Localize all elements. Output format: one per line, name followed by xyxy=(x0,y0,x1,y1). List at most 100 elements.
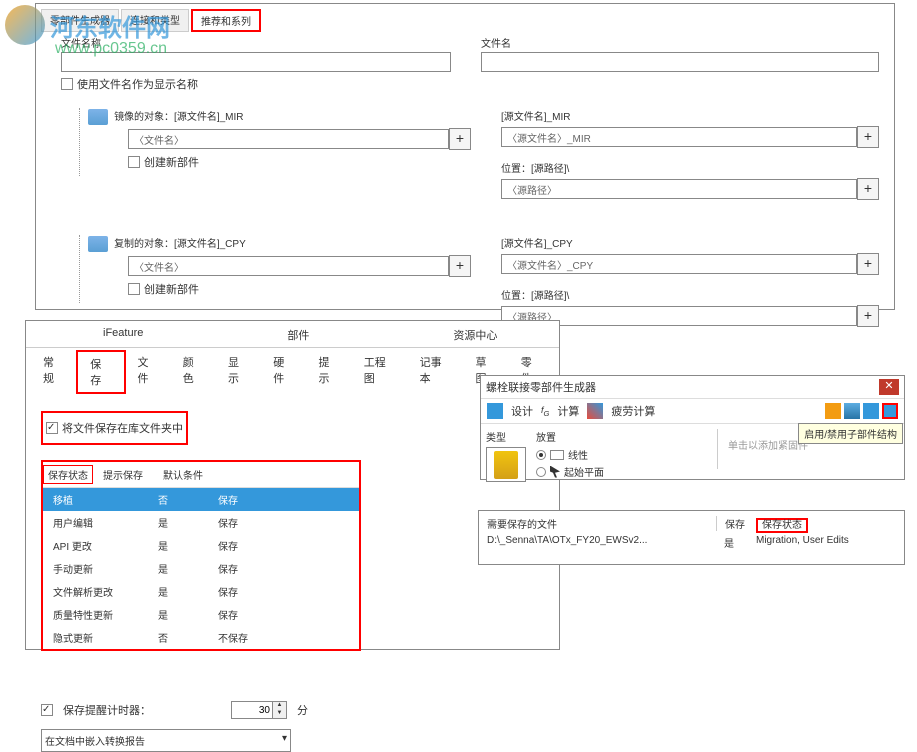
tb-design[interactable]: 设计 xyxy=(511,403,533,419)
reminder-spinner[interactable]: ▲ ▼ xyxy=(231,701,287,719)
place-label: 放置 xyxy=(536,429,707,444)
bolt-generator-dialog: 螺栓联接零部件生成器 ✕ 设计 fG 计算 疲劳计算 启用/禁用子部件结构 类型… xyxy=(480,375,905,480)
header-prompt[interactable]: 提示保存 xyxy=(93,465,153,484)
tb-fatigue[interactable]: 疲劳计算 xyxy=(611,403,655,419)
panel3-title-text: 螺栓联接零部件生成器 xyxy=(486,379,596,395)
chevron-down-icon: ▾ xyxy=(282,733,287,748)
copy-loc-plus[interactable]: + xyxy=(857,305,879,327)
tab-notes[interactable]: 记事本 xyxy=(408,350,464,394)
copy-right-label: [源文件名]_CPY xyxy=(501,235,879,250)
save-in-lib-checkbox[interactable] xyxy=(46,422,58,434)
tab-file[interactable]: 文件 xyxy=(126,350,171,394)
table-row[interactable]: API 更改是保存 xyxy=(43,534,359,557)
save-files-panel: 需要保存的文件 保存 保存状态 D:\_Senna\TA\OTx_FY20_EW… xyxy=(478,510,905,565)
bolt-preview[interactable] xyxy=(486,447,526,482)
use-filename-label: 使用文件名作为显示名称 xyxy=(77,76,198,92)
p4-header: 需要保存的文件 保存 保存状态 xyxy=(487,516,896,531)
radio-startplane[interactable] xyxy=(536,467,546,477)
tab-hardware[interactable]: 硬件 xyxy=(261,350,306,394)
tab-hint[interactable]: 提示 xyxy=(307,350,352,394)
table-row[interactable]: 隐式更新否不保存 xyxy=(43,626,359,649)
watermark-text2: www.pc0359.cn xyxy=(55,40,167,58)
spinner-up[interactable]: ▲ xyxy=(272,702,286,710)
bolt-icon xyxy=(494,451,518,479)
tooltip: 启用/禁用子部件结构 xyxy=(798,423,903,444)
copy-plus-button[interactable]: + xyxy=(449,255,471,277)
save-in-lib-box: 将文件保存在库文件夹中 xyxy=(41,411,188,445)
table-row[interactable]: 手动更新是保存 xyxy=(43,557,359,580)
tab-ifeature[interactable]: iFeature xyxy=(91,323,155,347)
fatigue-icon xyxy=(587,403,603,419)
radio-linear[interactable] xyxy=(536,450,546,460)
report-value: 在文档中嵌入转换报告 xyxy=(45,733,145,748)
reminder-label: 保存提醒计时器： xyxy=(63,702,151,718)
p4-h1[interactable]: 需要保存的文件 xyxy=(487,516,716,531)
tab-general[interactable]: 常规 xyxy=(31,350,76,394)
table-row[interactable]: 文件解析更改是保存 xyxy=(43,580,359,603)
copy-tree-icon xyxy=(88,236,108,252)
panel3-toolbar: 设计 fG 计算 疲劳计算 启用/禁用子部件结构 xyxy=(481,399,904,424)
p4-save: 是 xyxy=(716,535,756,550)
mirror-loc-label: 位置：[源路径]\ xyxy=(501,160,879,175)
options-panel: iFeature 部件 资源中心 常规 保存 文件 颜色 显示 硬件 提示 工程… xyxy=(25,320,560,650)
linear-icon xyxy=(550,450,564,460)
tab-drawing[interactable]: 工程图 xyxy=(352,350,408,394)
table-row[interactable]: 用户编辑是保存 xyxy=(43,511,359,534)
filename-label2: 文件名 xyxy=(481,39,511,50)
mirror-create-checkbox[interactable] xyxy=(128,156,140,168)
p4-file: D:\_Senna\TA\OTx_FY20_EWSv2... xyxy=(487,535,716,550)
save-in-lib-label: 将文件保存在库文件夹中 xyxy=(62,420,183,436)
mirror-plus-button[interactable]: + xyxy=(449,128,471,150)
tab-recommend[interactable]: 推荐和系列 xyxy=(191,9,261,32)
panel3-titlebar: 螺栓联接零部件生成器 ✕ xyxy=(481,376,904,399)
mirror-loc-plus[interactable]: + xyxy=(857,178,879,200)
use-filename-checkbox[interactable] xyxy=(61,78,73,90)
close-button[interactable]: ✕ xyxy=(879,379,899,395)
save-status-table: 保存状态 提示保存 默认条件 移植否保存用户编辑是保存API 更改是保存手动更新… xyxy=(41,460,361,651)
mirror-value-input[interactable] xyxy=(128,129,449,149)
tab-save[interactable]: 保存 xyxy=(76,350,125,394)
copy-right-input[interactable] xyxy=(501,254,857,274)
p4-h2[interactable]: 保存 xyxy=(716,516,756,531)
tab-assembly[interactable]: 部件 xyxy=(275,323,321,347)
table-row[interactable]: 移植否保存 xyxy=(43,488,359,511)
report-select[interactable]: 在文档中嵌入转换报告 ▾ xyxy=(41,729,291,752)
header-status[interactable]: 保存状态 xyxy=(43,465,93,484)
watermark: 河东软件网 www.pc0359.cn xyxy=(5,5,170,45)
spinner-down[interactable]: ▼ xyxy=(272,710,286,718)
copy-value-input[interactable] xyxy=(128,256,449,276)
design-icon xyxy=(487,403,503,419)
table-row[interactable]: 质量特性更新是保存 xyxy=(43,603,359,626)
mirror-right-input[interactable] xyxy=(501,127,857,147)
substructure-icon[interactable] xyxy=(882,403,898,419)
tab-resource[interactable]: 资源中心 xyxy=(441,323,509,347)
p4-h3[interactable]: 保存状态 xyxy=(756,516,896,531)
tab-color[interactable]: 颜色 xyxy=(171,350,216,394)
reminder-unit: 分 xyxy=(297,702,308,718)
mirror-right-label: [源文件名]_MIR xyxy=(501,108,879,123)
reminder-checkbox[interactable] xyxy=(41,704,53,716)
watermark-logo xyxy=(5,5,45,45)
copy-right-plus[interactable]: + xyxy=(857,253,879,275)
save-icon[interactable] xyxy=(844,403,860,419)
mirror-right-plus[interactable]: + xyxy=(857,126,879,148)
mirror-tree-icon xyxy=(88,109,108,125)
startplane-label: 起始平面 xyxy=(564,464,604,479)
panel2-tabs-row1: iFeature 部件 资源中心 xyxy=(26,321,559,348)
tool-icon-1[interactable] xyxy=(863,403,879,419)
header-default[interactable]: 默认条件 xyxy=(153,465,213,484)
linear-label: 线性 xyxy=(568,447,588,462)
type-label: 类型 xyxy=(486,429,526,444)
copy-label: 复制的对象：[源文件名]_CPY xyxy=(114,239,246,250)
reminder-row: 保存提醒计时器： ▲ ▼ 分 xyxy=(41,701,544,719)
copy-create-checkbox[interactable] xyxy=(128,283,140,295)
save-table-header: 保存状态 提示保存 默认条件 xyxy=(43,462,359,488)
folder-icon[interactable] xyxy=(825,403,841,419)
p4-row[interactable]: D:\_Senna\TA\OTx_FY20_EWSv2... 是 Migrati… xyxy=(487,535,896,550)
mirror-loc-input[interactable] xyxy=(501,179,857,199)
p4-status: Migration, User Edits xyxy=(756,535,896,550)
tab-display[interactable]: 显示 xyxy=(216,350,261,394)
filename-input-right[interactable] xyxy=(481,52,879,72)
tb-calc[interactable]: 计算 xyxy=(557,403,579,419)
reminder-value[interactable] xyxy=(232,703,272,718)
